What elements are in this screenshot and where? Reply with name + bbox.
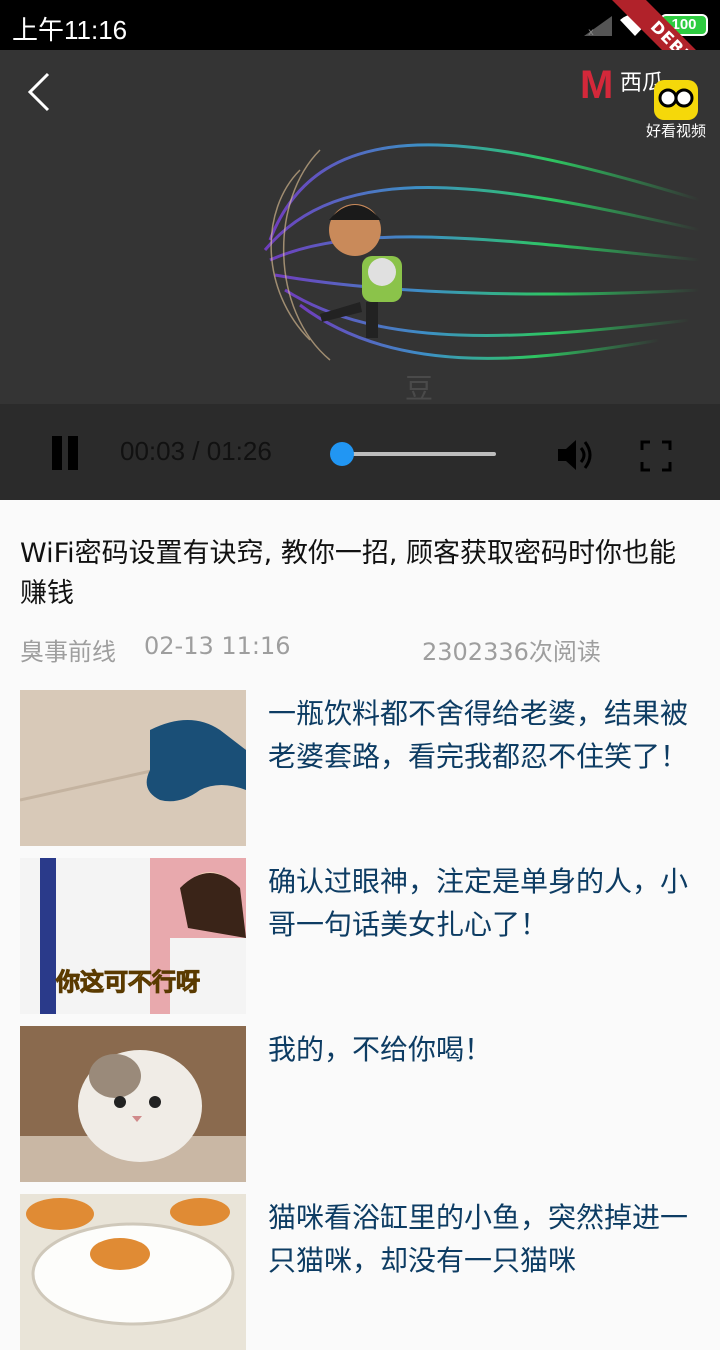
pause-icon-right-bar xyxy=(68,436,78,470)
back-button[interactable] xyxy=(20,68,64,116)
recommendation-title: 一瓶饮料都不舍得给老婆，结果被老婆套路，看完我都忍不住笑了！ xyxy=(268,697,689,773)
recommendation-item[interactable]: 一瓶饮料都不舍得给老婆，结果被老婆套路，看完我都忍不住笑了！ xyxy=(20,690,700,846)
recommendation-title: 我的，不给你喝！ xyxy=(268,1033,493,1066)
status-time: 上午11:16 xyxy=(12,15,128,45)
recommendation-item[interactable]: 猫咪看浴缸里的小鱼，突然掉进一只猫咪，却没有一只猫咪 xyxy=(20,1194,700,1350)
player-controls: 00:03 / 01:26 xyxy=(0,404,720,500)
svg-text:豆: 豆 xyxy=(405,372,433,404)
signal-icon: x xyxy=(584,16,612,36)
progress-thumb[interactable] xyxy=(330,442,354,466)
article-title: WiFi密码设置有诀窍, 教你一招, 顾客获取密码时你也能赚钱 xyxy=(20,538,677,609)
article-read-count: 2302336次阅读 xyxy=(422,638,601,666)
progress-slider[interactable] xyxy=(330,442,496,466)
svg-text:M: M xyxy=(580,63,613,107)
video-thumbnail xyxy=(20,1026,246,1182)
svg-text:x: x xyxy=(588,27,594,36)
status-bar: 上午11:16 x 100 DEBUG xyxy=(0,0,720,117)
recommendation-title: 确认过眼神，注定是单身的人，小哥一句话美女扎心了！ xyxy=(268,865,689,941)
pause-icon-left-bar xyxy=(52,436,62,470)
pause-button[interactable] xyxy=(48,436,80,470)
playback-time: 00:03 / 01:26 xyxy=(120,436,272,466)
recommendation-title: 猫咪看浴缸里的小鱼，突然掉进一只猫咪，却没有一只猫咪 xyxy=(268,1201,689,1277)
thumbnail-caption: 你这可不行呀 xyxy=(56,968,201,997)
fullscreen-icon[interactable] xyxy=(640,440,672,472)
article-date: 02-13 11:16 xyxy=(144,632,291,660)
article-source[interactable]: 臭事前线 xyxy=(20,632,116,667)
video-thumbnail xyxy=(20,690,246,846)
article-meta: 臭事前线 02-13 11:16 2302336次阅读 xyxy=(20,632,700,668)
volume-icon[interactable] xyxy=(556,436,596,474)
video-thumbnail xyxy=(20,1194,246,1350)
recommendation-item[interactable]: 你这可不行呀 确认过眼神，注定是单身的人，小哥一句话美女扎心了！ xyxy=(20,858,700,1014)
logo-caption: 好看视频 xyxy=(646,122,707,140)
article-content: WiFi密码设置有诀窍, 教你一招, 顾客获取密码时你也能赚钱 臭事前线 02-… xyxy=(0,500,720,1350)
recommendation-item[interactable]: 我的，不给你喝！ xyxy=(20,1026,700,1182)
video-player[interactable]: 豆 M 西瓜 好看视频 xyxy=(0,50,720,404)
